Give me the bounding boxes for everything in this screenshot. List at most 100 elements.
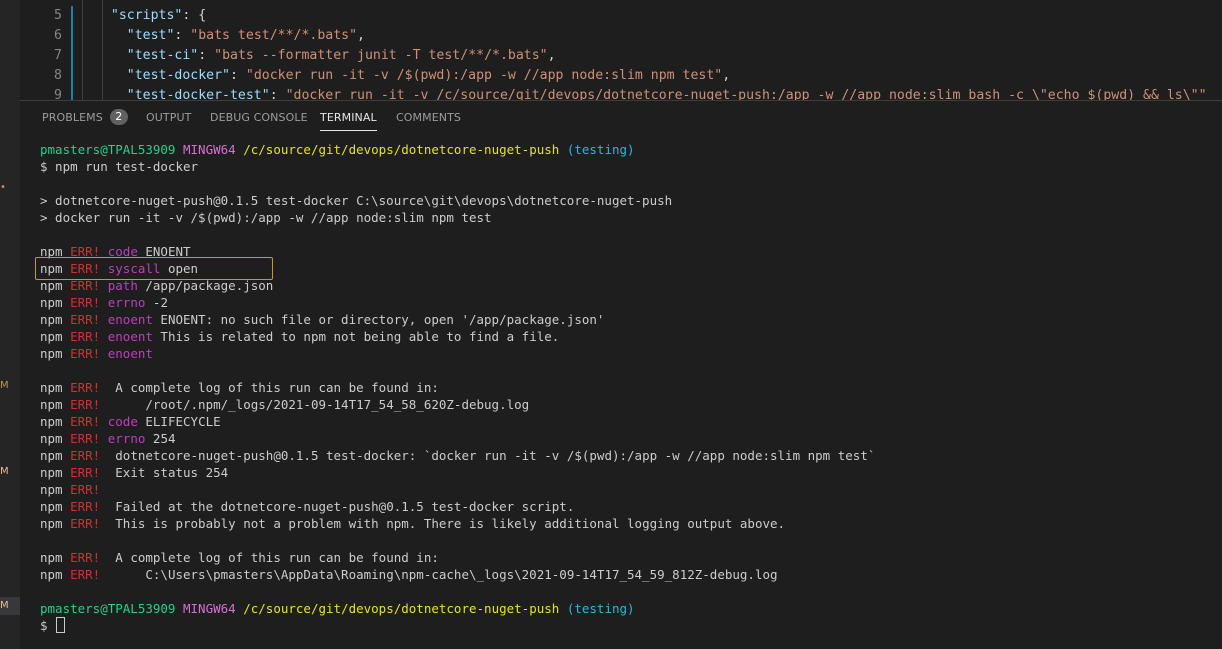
npm-err-text: C:\Users\pmasters\AppData\Roaming\npm-ca… [107,567,778,582]
npm-prefix: npm [40,380,63,395]
tab-label: COMMENTS [396,111,462,124]
tab-comments[interactable]: COMMENTS [396,101,461,134]
npm-prefix: npm [40,295,63,310]
command-text: $ [40,618,56,633]
npm-error-line: npm ERR! errno 254 [40,430,176,447]
line-number: 5 [54,8,62,23]
npm-err-keyword: path [107,278,138,293]
npm-err-text: This is related to npm not being able to… [152,329,560,344]
npm-err-keyword: enoent [107,346,153,361]
npm-err-text: A complete log of this run can be found … [107,380,439,395]
npm-error-line: npm ERR! A complete log of this run can … [40,379,439,396]
npm-err-label: ERR! [70,380,101,395]
npm-err-text: dotnetcore-nuget-push@0.1.5 test-docker:… [107,448,876,463]
npm-err-text: 254 [145,431,176,446]
gutter-change-marker [71,86,73,100]
npm-error-line: npm ERR! Failed at the dotnetcore-nuget-… [40,498,574,515]
npm-error-line: npm ERR! enoent ENOENT: no such file or … [40,311,604,328]
npm-prefix: npm [40,414,63,429]
terminal-prompt: pmasters@TPAL53909 MINGW64 /c/source/git… [40,600,635,617]
prompt-branch: (testing) [566,601,635,616]
tab-label: DEBUG CONSOLE [210,111,308,124]
npm-err-label: ERR! [70,295,101,310]
npm-error-line: npm ERR! A complete log of this run can … [40,549,439,566]
npm-err-text: Failed at the dotnetcore-nuget-push@0.1.… [107,499,575,514]
npm-err-label: ERR! [70,448,101,463]
npm-err-keyword: errno [107,431,146,446]
npm-err-keyword: errno [107,295,146,310]
npm-err-label: ERR! [70,414,101,429]
code-line[interactable]: 8 "test-docker": "docker run -it -v /$(p… [20,66,1222,86]
npm-prefix: npm [40,312,63,327]
npm-prefix: npm [40,397,63,412]
npm-error-line: npm ERR! C:\Users\pmasters\AppData\Roami… [40,566,778,583]
code-line[interactable]: 9 "test-docker-test": "docker run -it -v… [20,86,1222,100]
tab-debug-console[interactable]: DEBUG CONSOLE [210,101,308,134]
prompt-branch: (testing) [566,142,635,157]
script-line: > docker run -it -v /$(pwd):/app -w //ap… [40,209,492,226]
json-key: "scripts" [110,8,183,23]
npm-err-keyword: enoent [107,329,153,344]
npm-err-label: ERR! [70,397,101,412]
npm-err-label: ERR! [70,346,101,361]
json-key: "test" [126,28,175,43]
json-value: "docker run -it -v /c/source/git/devops/… [285,88,1207,100]
json-separator: : [174,28,191,43]
line-number: 6 [54,28,62,43]
panel-tabs: PROBLEMS 2 OUTPUT DEBUG CONSOLE TERMINAL COMM… [20,101,1222,134]
tab-problems[interactable]: PROBLEMS 2 [42,101,128,134]
sidebar-dot-icon: • [0,182,6,193]
npm-err-text: ELIFECYCLE [137,414,221,429]
code-text: "test-ci": "bats --formatter junit -T te… [95,46,556,66]
json-separator: : [182,8,199,23]
npm-err-label: ERR! [70,431,101,446]
npm-err-label: ERR! [70,499,101,514]
tab-output[interactable]: OUTPUT [146,101,191,134]
npm-error-line: npm ERR! enoent This is related to npm n… [40,328,559,345]
gutter-change-marker [71,26,73,46]
npm-err-keyword: code [107,414,138,429]
code-text: "scripts": { [95,6,206,26]
json-separator: : [229,68,246,83]
npm-err-keyword: enoent [107,312,153,327]
code-line[interactable]: 6 "test": "bats test/**/*.bats", [20,26,1222,46]
npm-err-label: ERR! [70,567,101,582]
prompt-cwd: /c/source/git/devops/dotnetcore-nuget-pu… [243,142,560,157]
npm-prefix: npm [40,346,63,361]
npm-error-line: npm ERR! errno -2 [40,294,168,311]
json-tail: { [198,8,207,23]
code-line[interactable]: 7 "test-ci": "bats --formatter junit -T … [20,46,1222,66]
npm-error-line: npm ERR! This is probably not a problem … [40,515,785,532]
sidebar-modified-marker: M [0,466,9,477]
npm-err-text: Exit status 254 [107,465,229,480]
npm-prefix: npm [40,465,63,480]
npm-error-line: npm ERR! Exit status 254 [40,464,228,481]
code-editor[interactable]: 5 "scripts": {6 "test": "bats test/**/*.… [20,0,1222,100]
code-text: "test-docker-test": "docker run -it -v /… [95,86,1207,100]
json-key: "test-docker-test" [126,88,270,100]
prompt-host: MINGW64 [183,142,236,157]
npm-prefix: npm [40,278,63,293]
json-key: "test-docker" [126,68,230,83]
terminal-cursor[interactable] [56,617,66,633]
json-tail: , [547,48,556,63]
npm-prefix: npm [40,431,63,446]
tab-label: OUTPUT [146,111,192,124]
prompt-user: pmasters@TPAL53909 [40,601,176,616]
script-text: > docker run -it -v /$(pwd):/app -w //ap… [40,210,492,225]
npm-error-line: npm ERR! code ELIFECYCLE [40,413,221,430]
npm-err-text: A complete log of this run can be found … [107,550,439,565]
json-value: "docker run -it -v /$(pwd):/app -w //app… [245,68,723,83]
npm-prefix: npm [40,482,63,497]
script-text: > dotnetcore-nuget-push@0.1.5 test-docke… [40,193,673,208]
npm-err-label: ERR! [70,482,101,497]
line-number: 9 [54,88,62,100]
command-text: $ npm run test-docker [40,159,199,174]
code-text: "test-docker": "docker run -it -v /$(pwd… [95,66,730,86]
code-line[interactable]: 5 "scripts": { [20,6,1222,26]
tab-terminal[interactable]: TERMINAL [320,101,377,134]
